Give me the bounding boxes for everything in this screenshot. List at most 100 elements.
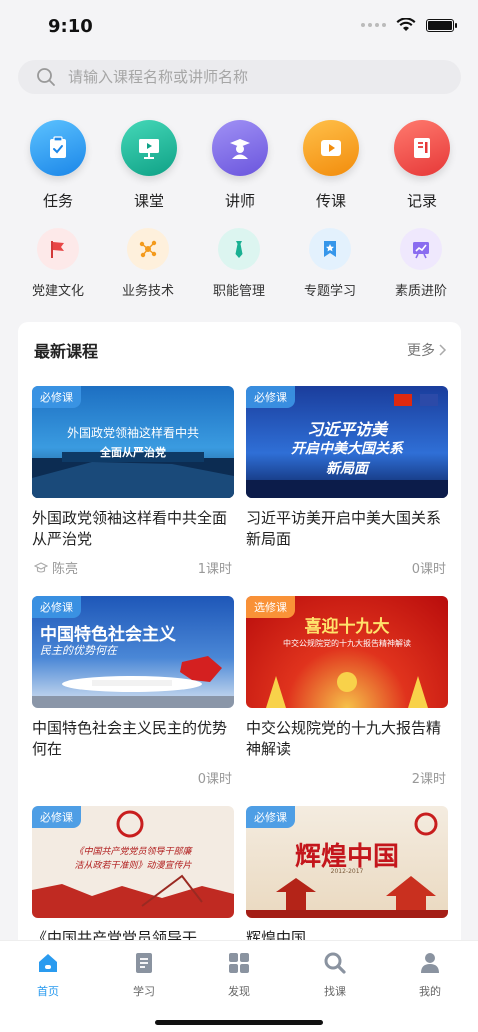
search-icon	[324, 952, 346, 974]
chevron-right-icon	[439, 344, 447, 356]
tab-find-course[interactable]: 找课	[305, 951, 365, 999]
course-tag: 必修课	[246, 386, 295, 408]
thumbnail-text: 外国政党领袖这样看中共	[66, 426, 199, 440]
course-thumbnail: 必修课 辉煌中国 2012-2017	[246, 806, 448, 918]
course-tag: 必修课	[246, 806, 295, 828]
course-tag: 必修课	[32, 386, 81, 408]
nav-upload-course-label: 传课	[315, 192, 346, 210]
notebook-record-icon	[394, 120, 450, 176]
grid-icon	[229, 953, 249, 973]
thumbnail-text: 习近平访美	[306, 420, 387, 439]
more-link[interactable]: 更多	[407, 340, 447, 360]
home-indicator	[155, 1020, 323, 1025]
nav-task[interactable]: 任务	[18, 120, 98, 211]
tab-home[interactable]: 首页	[18, 951, 78, 999]
nav-classroom[interactable]: 课堂	[109, 120, 189, 211]
graduation-cap-icon	[34, 561, 48, 573]
course-title: 外国政党领袖这样看中共全面从严治党	[32, 509, 228, 548]
category-nav: 党建文化 业务技术 职能管理 专题学习 素质进阶	[0, 228, 478, 299]
course-card[interactable]: 选修课 喜迎十九大 中交公规院党的十九大报告精神解读 中交公规院党的十九大报告精…	[246, 596, 448, 787]
course-card[interactable]: 必修课 中国特色社会主义 民主的优势何在 中国特色社会主义民主的优势何在 0课时	[32, 596, 234, 787]
course-teacher: 陈亮	[34, 558, 78, 577]
course-thumbnail: 必修课 中国特色社会主义 民主的优势何在	[32, 596, 234, 708]
thumbnail-subtext: 全面从严治党	[100, 446, 166, 459]
section-title: 最新课程	[34, 342, 99, 361]
teacher-name: 陈亮	[52, 562, 79, 577]
thumbnail-subtext: 洁从政若干准则》动漫宣传片	[74, 861, 192, 871]
wifi-icon	[396, 18, 416, 31]
course-meta: 2课时	[246, 766, 448, 787]
course-thumbnail: 选修课 喜迎十九大 中交公规院党的十九大报告精神解读	[246, 596, 448, 708]
category-business-tech-label: 业务技术	[121, 284, 174, 299]
network-nodes-icon	[127, 228, 169, 270]
thumbnail-subtext: 新局面	[326, 461, 368, 477]
course-thumbnail: 必修课 习近平访美 开启中美大国关系 新局面	[246, 386, 448, 498]
battery-icon	[426, 18, 457, 32]
course-meta: 0课时	[32, 766, 234, 787]
course-thumbnail: 必修课 外国政党领袖这样看中共 全面从严治党	[32, 386, 234, 498]
tab-discover-label: 发现	[228, 985, 250, 998]
category-quality-advance-label: 素质进阶	[394, 284, 447, 299]
thumbnail-text: 《中国共产党党员领导干部廉	[74, 847, 192, 857]
star-badge-icon	[309, 228, 351, 270]
video-play-icon	[303, 120, 359, 176]
status-icons	[361, 18, 457, 32]
course-meta: 陈亮 1课时	[32, 556, 234, 577]
graduate-teacher-icon	[212, 120, 268, 176]
nav-teacher[interactable]: 讲师	[200, 120, 280, 211]
course-card[interactable]: 必修课 习近平访美 开启中美大国关系 新局面 习近平访美开启中美大国关系新局面 …	[246, 386, 448, 577]
course-tag: 必修课	[32, 806, 81, 828]
thumbnail-subtext: 开启中美大国关系	[291, 441, 403, 457]
nav-teacher-label: 讲师	[224, 192, 255, 210]
tab-find-course-label: 找课	[324, 985, 346, 998]
course-meta: 0课时	[246, 556, 448, 577]
tab-mine-label: 我的	[419, 985, 441, 998]
search-icon	[37, 68, 55, 86]
bottom-tab-bar: 首页 学习 发现 找课 我的	[0, 940, 478, 1032]
thumbnail-subtext: 2012-2017	[330, 868, 364, 875]
course-hours: 2课时	[411, 772, 446, 787]
nav-record[interactable]: 记录	[382, 120, 462, 211]
category-quality-advance[interactable]: 素质进阶	[376, 228, 466, 299]
growth-chart-icon	[400, 228, 442, 270]
flag-icon	[37, 228, 79, 270]
thumbnail-subtext: 中交公规院党的十九大报告精神解读	[283, 639, 411, 648]
more-label: 更多	[407, 343, 435, 359]
status-time: 9:10	[48, 16, 93, 37]
thumbnail-text: 喜迎十九大	[304, 617, 390, 637]
tab-discover[interactable]: 发现	[209, 951, 269, 999]
nav-upload-course[interactable]: 传课	[291, 120, 371, 211]
signal-icon	[361, 23, 386, 27]
nav-classroom-label: 课堂	[133, 192, 164, 210]
search-bar[interactable]	[18, 60, 461, 94]
category-party-culture[interactable]: 党建文化	[13, 228, 103, 299]
nav-record-label: 记录	[406, 192, 437, 210]
category-topic-study[interactable]: 专题学习	[285, 228, 375, 299]
search-input[interactable]	[68, 68, 428, 86]
user-icon	[421, 953, 439, 973]
presentation-board-icon	[121, 120, 177, 176]
category-party-culture-label: 党建文化	[31, 284, 84, 299]
home-icon	[39, 954, 57, 972]
latest-courses-panel: 最新课程 更多 必修课 外国政党领袖这样看中共 全面从严治党 外国政党领袖这样看…	[18, 322, 461, 962]
document-icon	[136, 953, 152, 973]
tie-icon	[218, 228, 260, 270]
thumbnail-subtext: 民主的优势何在	[40, 644, 117, 657]
tab-mine[interactable]: 我的	[400, 951, 460, 999]
nav-task-label: 任务	[42, 192, 73, 210]
category-function-management-label: 职能管理	[212, 284, 265, 299]
course-thumbnail: 必修课 《中国共产党党员领导干部廉 洁从政若干准则》动漫宣传片	[32, 806, 234, 918]
category-business-tech[interactable]: 业务技术	[103, 228, 193, 299]
tab-study-label: 学习	[133, 985, 155, 998]
course-card[interactable]: 必修课 外国政党领袖这样看中共 全面从严治党 外国政党领袖这样看中共全面从严治党…	[32, 386, 234, 577]
category-function-management[interactable]: 职能管理	[194, 228, 284, 299]
course-title: 中国特色社会主义民主的优势何在	[32, 719, 228, 758]
course-title: 中交公规院党的十九大报告精神解读	[246, 719, 442, 758]
main-nav: 任务 课堂 讲师 传课 记录	[0, 120, 478, 215]
status-bar: 9:10	[0, 0, 478, 52]
tab-study[interactable]: 学习	[114, 951, 174, 999]
course-tag: 必修课	[32, 596, 81, 618]
category-topic-study-label: 专题学习	[303, 284, 356, 299]
course-title: 习近平访美开启中美大国关系新局面	[246, 509, 442, 548]
course-hours: 1课时	[197, 562, 232, 577]
